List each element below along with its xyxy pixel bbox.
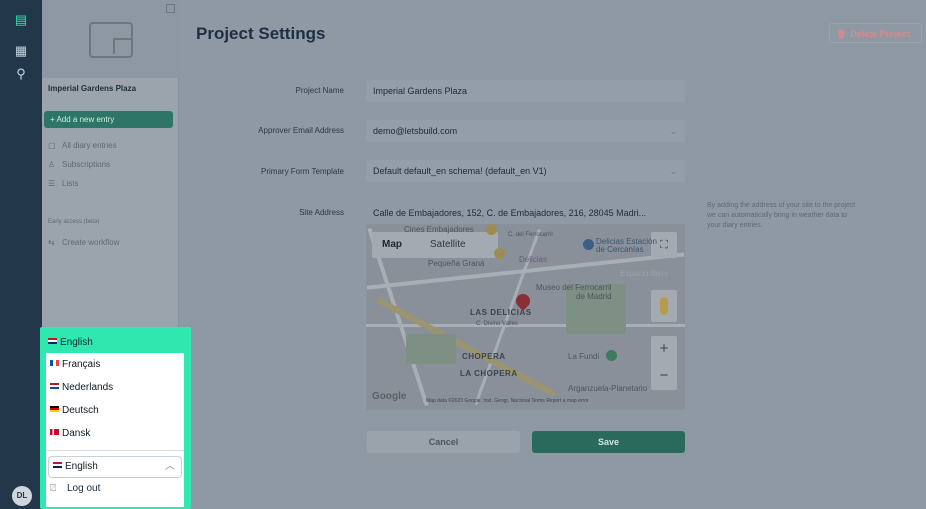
de-flag-icon (50, 406, 59, 412)
language-select[interactable]: English ︿ (48, 456, 182, 478)
project-name-input[interactable]: Imperial Gardens Plaza (366, 80, 685, 102)
map-label: Cines Embajadores (404, 225, 474, 234)
language-options: Français Nederlands Deutsch Dansk Englis… (46, 353, 184, 507)
project-name-label: Project Name (295, 86, 344, 95)
chevron-up-icon: ︿ (165, 461, 175, 472)
users-icon: ♙ (48, 160, 56, 169)
site-address-label: Site Address (299, 208, 344, 217)
site-map[interactable]: Map Satellite ⛶ + − Cines Embajadores C.… (366, 224, 685, 410)
workflow-icon: ⇆ (48, 238, 55, 247)
map-label: CHOPERA (462, 352, 506, 361)
logout-button[interactable]: ⍁ Log out (50, 483, 100, 494)
map-label: de Cercanías (596, 245, 644, 254)
paint-roller-icon[interactable]: ⚲ (13, 66, 29, 82)
sidebar-project-name: Imperial Gardens Plaza (48, 84, 137, 93)
map-type-tabs: Map Satellite (372, 232, 498, 258)
cancel-button[interactable]: Cancel (367, 431, 520, 453)
language-option-fr[interactable]: Français (50, 359, 100, 370)
form-template-select[interactable]: Default default_en schema! (default_en V… (366, 160, 685, 182)
left-rail: ▤ ▦ ⚲ DL (0, 0, 42, 509)
zoom-out-icon[interactable]: − (651, 363, 677, 390)
map-label: C. Divino Valles (476, 321, 518, 327)
save-button[interactable]: Save (532, 431, 685, 453)
delete-project-button[interactable]: 🗑 Delete Project (829, 23, 922, 43)
zoom-in-icon[interactable]: + (651, 336, 677, 363)
language-option-nl[interactable]: Nederlands (50, 382, 113, 393)
map-label: Museo del Ferrocarril (536, 283, 612, 292)
diary-add-icon[interactable]: ▤ (13, 12, 29, 28)
current-language[interactable]: English (48, 337, 93, 348)
chevron-down-icon: ⌄ (669, 166, 677, 176)
collapse-sidebar-icon[interactable] (166, 4, 175, 13)
site-address-note: By adding the address of your site to th… (707, 202, 856, 229)
sidebar-item-subscriptions[interactable]: ♙ Subscriptions (48, 160, 110, 169)
logout-icon: ⍁ (50, 483, 56, 494)
form-template-label: Primary Form Template (261, 167, 344, 176)
language-menu: English Français Nederlands Deutsch Dans… (40, 327, 191, 509)
map-label: Pequeña Graná (428, 259, 485, 268)
approver-email-label: Approver Email Address (258, 126, 344, 135)
sidebar-item-all-diary-entries[interactable]: ▢ All diary entries (48, 141, 117, 150)
satellite-tab[interactable]: Satellite (430, 239, 466, 250)
train-station-icon (583, 239, 594, 250)
building-icon[interactable]: ▦ (13, 43, 29, 59)
map-road (366, 324, 685, 327)
list-icon: ☰ (48, 179, 56, 188)
park-poi-icon (606, 350, 617, 361)
sidebar-item-lists[interactable]: ☰ Lists (48, 179, 78, 188)
google-logo: Google (372, 391, 407, 402)
map-label: LA CHOPERA (460, 369, 518, 378)
language-option-de[interactable]: Deutsch (50, 405, 99, 416)
map-park (406, 334, 456, 364)
map-label: Espacio Iberc (620, 269, 669, 278)
map-label: Arganzuela-Planetario (568, 384, 648, 393)
site-address-input[interactable]: Calle de Embajadores, 152, C. de Embajad… (366, 202, 685, 224)
uk-flag-icon (53, 462, 62, 468)
zoom-control: + − (651, 336, 677, 390)
trash-icon: 🗑 (836, 30, 847, 39)
language-option-dk[interactable]: Dansk (50, 428, 90, 439)
early-access-label: Early access (beta) (48, 219, 100, 225)
map-attribution[interactable]: Map data ©2023 Google, Inst. Geogr. Naci… (426, 398, 589, 404)
map-label: La Fundi (568, 352, 600, 361)
approver-email-select[interactable]: demo@letsbuild.com ⌄ (366, 120, 685, 142)
user-avatar[interactable]: DL (12, 486, 32, 506)
chevron-down-icon: ⌄ (669, 126, 677, 136)
page-title: Project Settings (196, 24, 326, 43)
street-view-icon[interactable] (651, 290, 677, 322)
cinema-icon (486, 224, 497, 235)
map-label: Delicias (519, 255, 548, 264)
dk-flag-icon (50, 429, 59, 435)
sidebar-item-create-workflow[interactable]: ⇆ Create workflow (48, 238, 119, 247)
nl-flag-icon (50, 383, 59, 389)
divider (46, 450, 184, 451)
uk-flag-icon (48, 338, 57, 344)
add-entry-button[interactable]: + Add a new entry (44, 111, 173, 128)
project-logo-area (42, 0, 179, 78)
map-label: C. del Ferrocarril (508, 232, 553, 238)
diary-icon: ▢ (48, 141, 56, 150)
restaurant-icon (494, 248, 505, 259)
building-icon (89, 22, 133, 58)
fr-flag-icon (50, 360, 59, 366)
map-label: de Madrid (576, 292, 612, 301)
map-tab[interactable]: Map (382, 239, 402, 250)
